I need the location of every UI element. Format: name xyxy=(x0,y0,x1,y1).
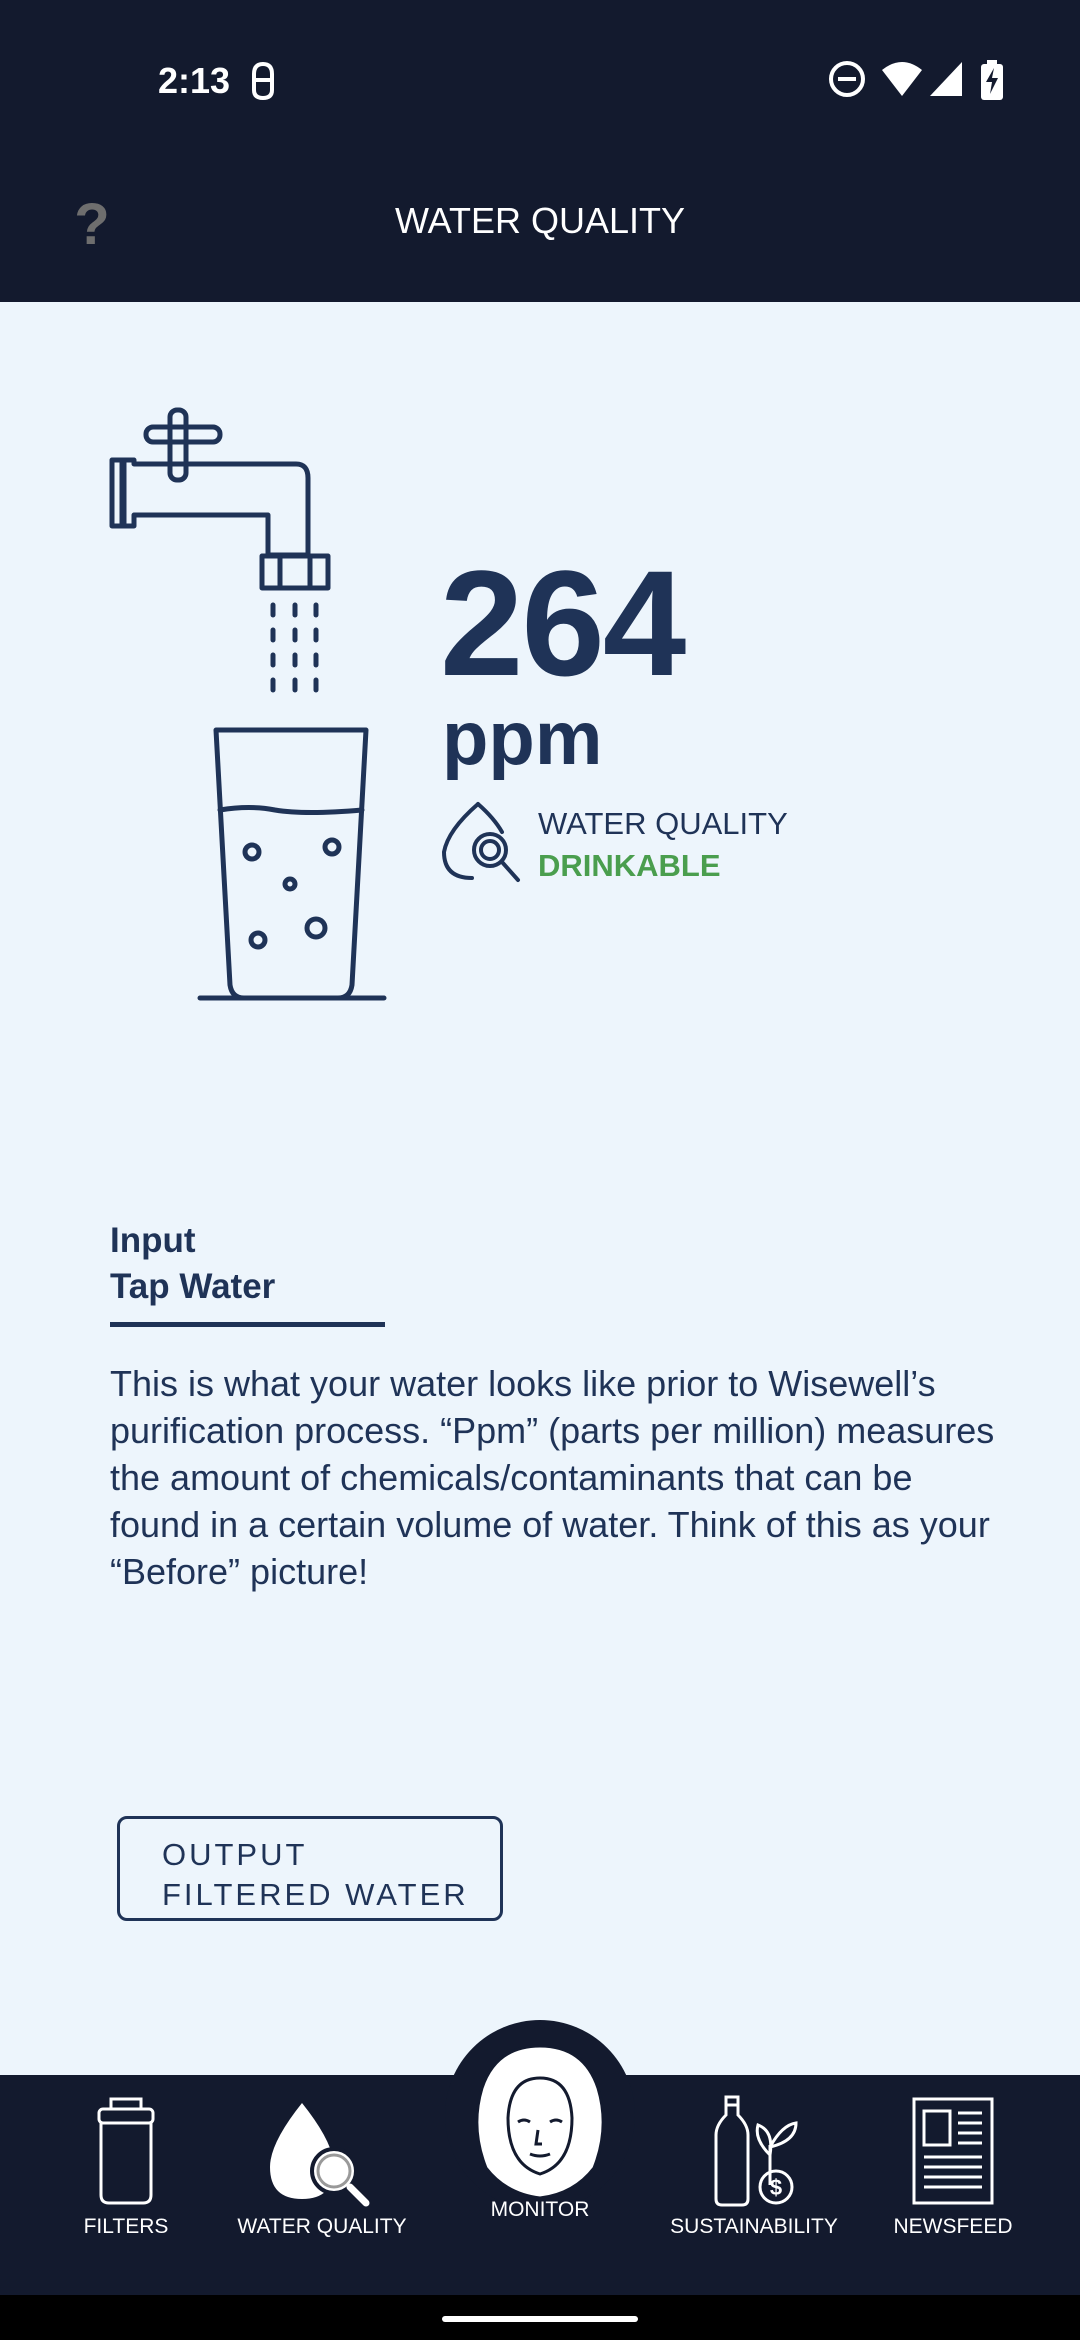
input-description: This is what your water looks like prior… xyxy=(110,1363,995,1592)
input-heading-line2: Tap Water xyxy=(110,1267,276,1306)
wifi-icon xyxy=(882,62,922,96)
do-not-disturb-icon xyxy=(829,61,865,97)
input-heading: Input Tap Water xyxy=(110,1218,275,1310)
tap-glass-illustration xyxy=(109,407,387,1001)
page-title: WATER QUALITY xyxy=(394,200,686,241)
water-quality-inspect-icon xyxy=(441,802,520,882)
app-bar: ? WATER QUALITY xyxy=(0,160,1080,302)
filter-cartridge-icon xyxy=(97,2097,155,2205)
nav-label-water-quality: WATER QUALITY xyxy=(237,2215,407,2238)
output-filtered-water-button[interactable]: OUTPUT FILTERED WATER xyxy=(117,1816,503,1921)
input-heading-line1: Input xyxy=(110,1221,196,1260)
water-quality-status: DRINKABLE xyxy=(538,848,721,883)
home-gesture-handle[interactable] xyxy=(442,2316,638,2322)
output-button-line1: OUTPUT xyxy=(162,1837,308,1872)
nav-item-newsfeed[interactable]: NEWSFEED xyxy=(888,2095,1018,2239)
svg-text:$: $ xyxy=(770,2175,782,2200)
nav-item-filters[interactable]: FILTERS xyxy=(66,2095,186,2239)
nav-label-monitor: MONITOR xyxy=(490,2198,590,2221)
ppm-unit: ppm xyxy=(442,696,603,781)
ppm-value: 264 xyxy=(440,539,686,707)
water-drop-magnifier-icon xyxy=(270,2103,370,2207)
notification-app-icon xyxy=(252,61,274,101)
nav-item-water-quality[interactable]: WATER QUALITY xyxy=(232,2095,412,2239)
input-underline xyxy=(110,1322,385,1327)
bottle-plant-dollar-icon: $ xyxy=(714,2095,798,2207)
battery-charging-icon xyxy=(981,60,1003,100)
nav-item-sustainability[interactable]: $ SUSTAINABILITY xyxy=(664,2095,844,2239)
nav-label-newsfeed: NEWSFEED xyxy=(893,2215,1013,2238)
nav-label-filters: FILTERS xyxy=(83,2215,169,2238)
status-time: 2:13 xyxy=(158,60,231,101)
nav-label-sustainability: SUSTAINABILITY xyxy=(670,2215,838,2238)
output-button-line2: FILTERED WATER xyxy=(162,1877,469,1912)
newspaper-icon xyxy=(912,2097,994,2205)
cellular-signal-icon xyxy=(930,62,962,96)
face-avatar-icon xyxy=(475,2044,605,2200)
nav-item-monitor[interactable]: MONITOR xyxy=(466,2038,614,2222)
water-quality-label: WATER QUALITY xyxy=(538,806,788,841)
status-bar: 2:13 xyxy=(0,0,1080,160)
